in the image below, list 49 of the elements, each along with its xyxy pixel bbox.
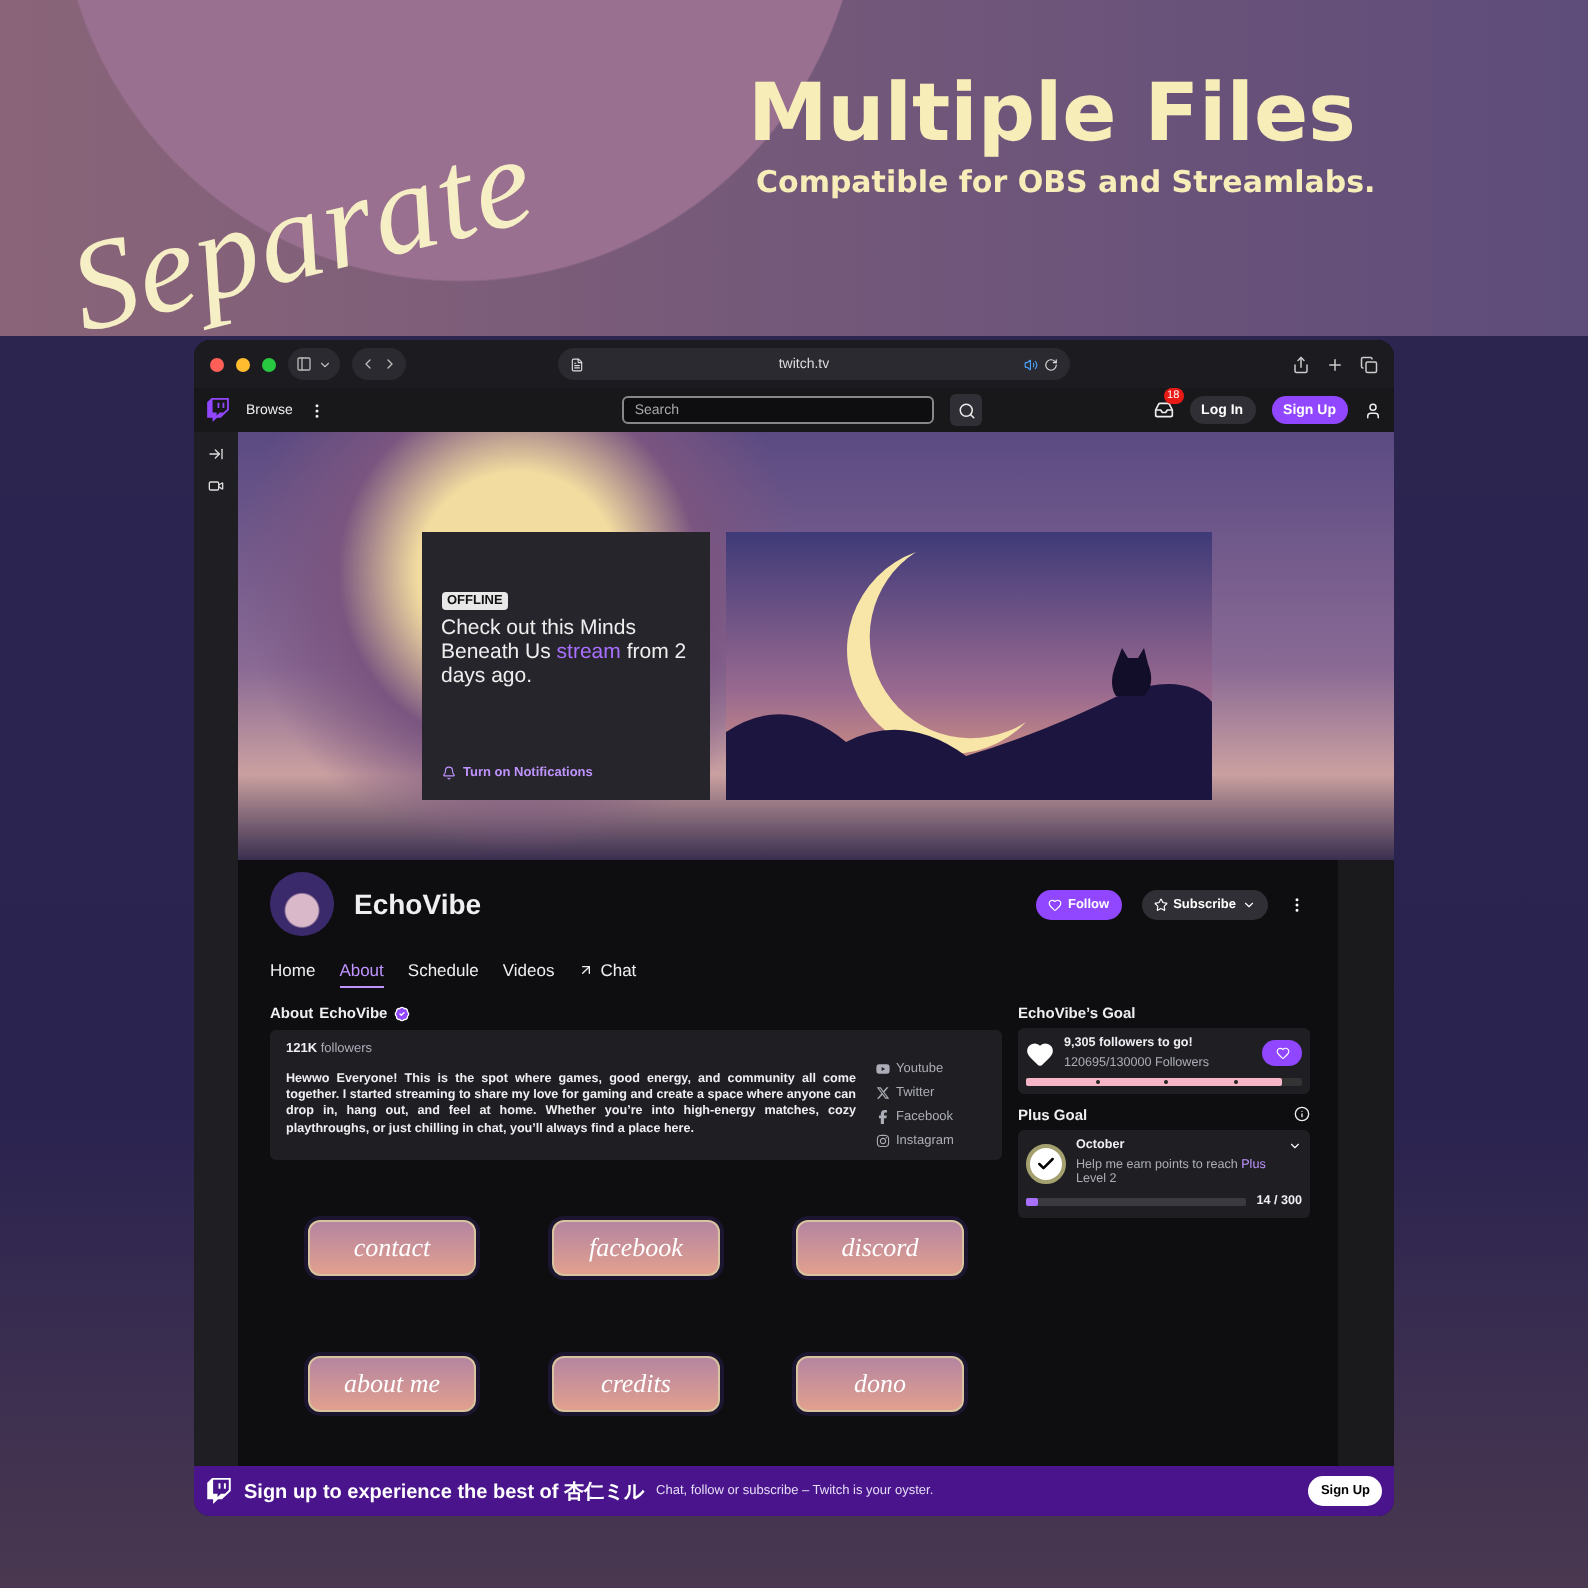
channel-tab[interactable]: About: [339, 960, 384, 988]
share-icon[interactable]: [1292, 355, 1310, 373]
heart-icon: [1275, 1046, 1289, 1061]
forward-icon: [382, 356, 398, 372]
channel-tab[interactable]: Home: [270, 960, 316, 988]
minimize-dot-icon[interactable]: [236, 357, 250, 371]
back-icon: [360, 356, 376, 372]
sidebar-icon: [296, 356, 312, 372]
channel-name: EchoVibe: [354, 888, 484, 920]
arrow-up-right-icon: [578, 962, 595, 978]
chat-bubble-logo-icon: [206, 1478, 232, 1504]
star-icon: [1153, 897, 1168, 911]
info-icon[interactable]: [1294, 1106, 1310, 1123]
user-icon[interactable]: [1364, 401, 1382, 419]
stream-link[interactable]: stream: [556, 640, 621, 665]
video-play-icon: [876, 1062, 890, 1076]
video-camera-icon[interactable]: [208, 478, 224, 494]
inbox-icon[interactable]: [1153, 400, 1174, 420]
offline-message: Check out this Minds Beneath Us stream from 2 days ago.: [441, 616, 689, 689]
channel-tab[interactable]: Schedule: [407, 960, 479, 988]
reload-icon: [1043, 357, 1058, 371]
camera-icon: [876, 1134, 890, 1148]
tabs-overview-icon[interactable]: [1360, 355, 1378, 373]
promo-title: Multiple Files: [748, 68, 1358, 160]
promo-subtitle: Compatible for OBS and Streamlabs.: [756, 164, 1376, 200]
avatar[interactable]: [270, 872, 334, 936]
signup-lead: Sign up to experience the best of 杏仁ミル: [244, 1479, 645, 1505]
check-badge-icon: [1026, 1143, 1066, 1183]
bell-icon: [441, 766, 455, 780]
new-tab-icon[interactable]: [1326, 355, 1344, 373]
close-dot-icon[interactable]: [210, 357, 224, 371]
channel-tab[interactable]: Chat: [578, 960, 637, 988]
heart-icon: [1047, 897, 1062, 911]
script-title: Separate: [55, 105, 550, 364]
channel-tab[interactable]: Videos: [502, 960, 555, 988]
moon-scene-drawing[interactable]: [725, 532, 1211, 800]
chat-bubble-logo-icon[interactable]: [206, 398, 230, 422]
sidebar-toggle-button[interactable]: [288, 348, 340, 380]
caret-icon: [1242, 897, 1256, 911]
caret-icon: [318, 357, 332, 371]
follow-heart-button[interactable]: [1262, 1040, 1302, 1067]
page-icon: [570, 357, 584, 371]
search-icon: [957, 401, 976, 419]
x-letter-icon: [876, 1086, 890, 1100]
zoom-dot-icon[interactable]: [262, 357, 276, 371]
speaker-icon: [1023, 357, 1038, 371]
f-letter-icon: [876, 1110, 890, 1124]
expand-icon[interactable]: [208, 446, 224, 462]
search-button[interactable]: [950, 394, 983, 426]
